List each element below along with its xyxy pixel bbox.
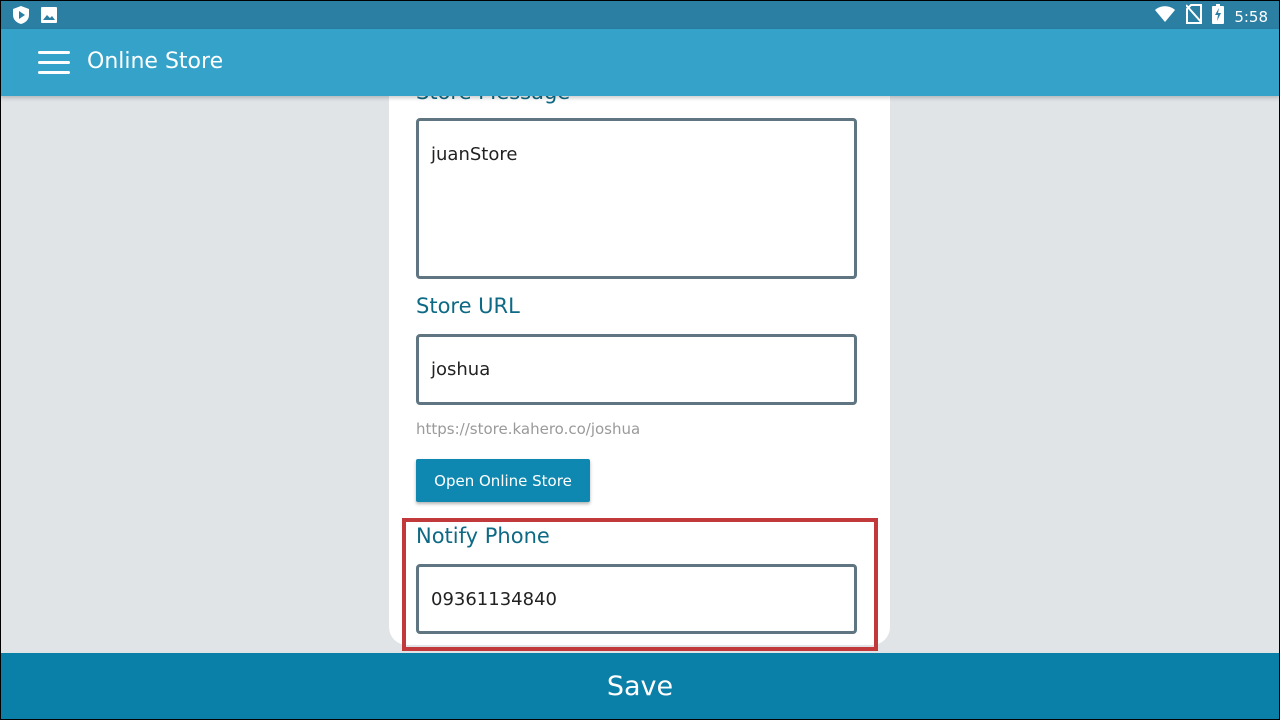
menu-icon[interactable] bbox=[38, 51, 70, 75]
no-sim-icon bbox=[1185, 4, 1204, 29]
store-url-value: joshua bbox=[431, 359, 491, 380]
save-button[interactable]: Save bbox=[0, 653, 1280, 720]
status-time: 5:58 bbox=[1234, 7, 1268, 26]
store-url-hint: https://store.kahero.co/joshua bbox=[416, 420, 641, 438]
wifi-icon bbox=[1154, 5, 1176, 28]
status-right-icons: 5:58 bbox=[1154, 4, 1268, 29]
open-online-store-button[interactable]: Open Online Store bbox=[416, 459, 590, 502]
store-message-label: Store Message bbox=[416, 96, 570, 104]
page-title: Online Store bbox=[87, 49, 224, 74]
store-message-field[interactable]: juanStore bbox=[416, 118, 857, 279]
store-url-label: Store URL bbox=[416, 294, 520, 318]
battery-charging-icon bbox=[1212, 4, 1225, 29]
image-icon bbox=[40, 6, 58, 29]
notify-phone-field[interactable]: 09361134840 bbox=[416, 564, 857, 634]
settings-card: Store Message juanStore Store URL joshua… bbox=[389, 96, 890, 645]
notify-phone-value: 09361134840 bbox=[431, 588, 557, 610]
shield-play-icon bbox=[12, 5, 30, 30]
notify-phone-label: Notify Phone bbox=[416, 524, 550, 548]
status-bar: 5:58 bbox=[0, 0, 1280, 29]
store-url-field[interactable]: joshua bbox=[416, 334, 857, 405]
status-left-icons bbox=[12, 5, 58, 30]
app-bar: Online Store bbox=[0, 29, 1280, 96]
store-message-value: juanStore bbox=[431, 144, 518, 165]
